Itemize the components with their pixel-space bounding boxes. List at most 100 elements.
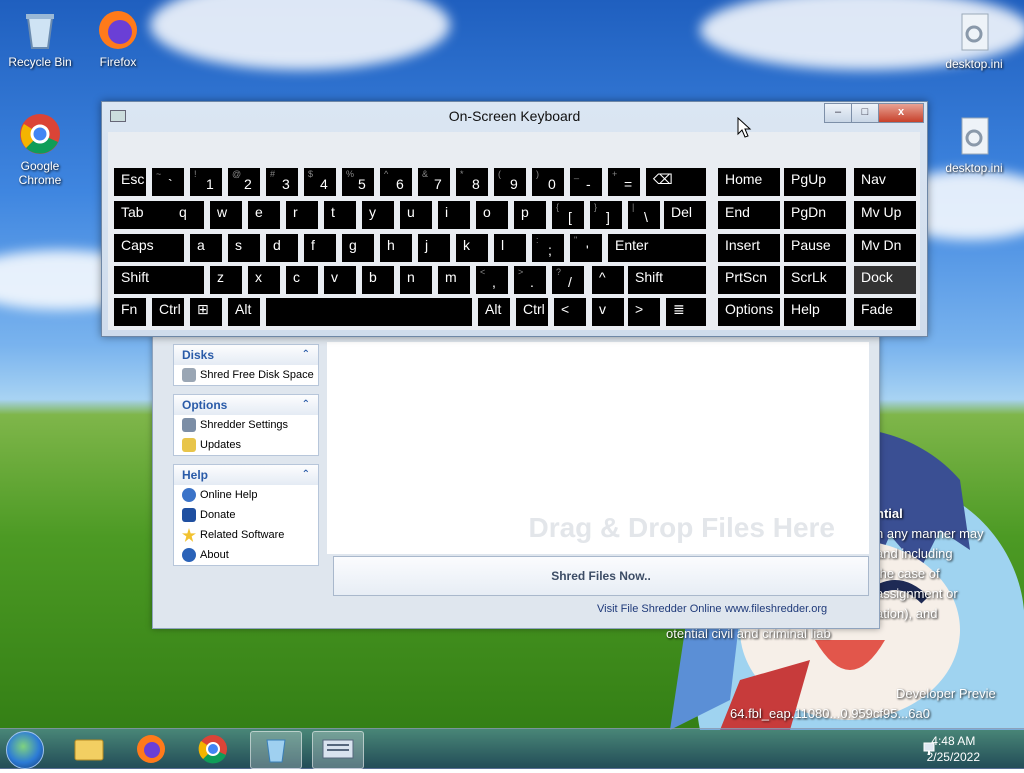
key-'[interactable]: " ' <box>570 234 602 262</box>
key-help[interactable]: Help <box>784 298 846 326</box>
key-=[interactable]: + = <box>608 168 640 196</box>
desktop-icon-desktop-ini[interactable]: desktop.ini <box>934 114 1014 175</box>
related-software-link[interactable]: Related Software <box>174 525 318 545</box>
website-link[interactable]: www.fileshredder.org <box>725 603 827 615</box>
key-9[interactable]: (9 <box>494 168 526 196</box>
key-y[interactable]: y <box>362 201 394 229</box>
about-link[interactable]: About <box>174 545 318 565</box>
key-v[interactable]: v <box>324 266 356 294</box>
panel-header[interactable]: Options ⌃ <box>174 395 318 415</box>
key-arrow-left[interactable]: < <box>554 298 586 326</box>
key-alt-left[interactable]: Alt <box>228 298 260 326</box>
key-5[interactable]: % 5 <box>342 168 374 196</box>
taskbar-explorer[interactable] <box>64 731 114 767</box>
taskbar-chrome[interactable] <box>188 731 238 767</box>
desktop-icon-recycle-bin[interactable]: Recycle Bin <box>0 8 80 69</box>
key-menu[interactable]: ≣ <box>666 298 706 326</box>
key-e[interactable]: e <box>248 201 280 229</box>
key-i[interactable]: i <box>438 201 470 229</box>
file-drop-zone[interactable]: Drag & Drop Files Here <box>327 342 869 554</box>
key-shift-left[interactable]: Shift <box>114 266 204 294</box>
key-fn[interactable]: Fn <box>114 298 146 326</box>
key-t[interactable]: t <box>324 201 356 229</box>
key-1[interactable]: ! 1 <box>190 168 222 196</box>
key-8[interactable]: * 8 <box>456 168 488 196</box>
key-n[interactable]: n <box>400 266 432 294</box>
key-q[interactable]: q <box>172 201 204 229</box>
shred-free-disk-space-link[interactable]: Shred Free Disk Space <box>174 365 318 385</box>
key-scrlk[interactable]: ScrLk <box>784 266 846 294</box>
collapse-icon[interactable]: ⌃ <box>302 345 310 365</box>
key-x[interactable]: x <box>248 266 280 294</box>
key-arrow-right[interactable]: > <box>628 298 660 326</box>
key-z[interactable]: z <box>210 266 242 294</box>
key-r[interactable]: r <box>286 201 318 229</box>
key-7[interactable]: & 7 <box>418 168 450 196</box>
key-2[interactable]: @2 <box>228 168 260 196</box>
key-alt-right[interactable]: Alt <box>478 298 510 326</box>
key-s[interactable]: s <box>228 234 260 262</box>
key-pause[interactable]: Pause <box>784 234 846 262</box>
key-o[interactable]: o <box>476 201 508 229</box>
key-nav[interactable]: Nav <box>854 168 916 196</box>
minimize-button[interactable]: – <box>824 103 852 123</box>
start-button[interactable] <box>6 731 44 769</box>
key-d[interactable]: d <box>266 234 298 262</box>
key-c[interactable]: c <box>286 266 318 294</box>
panel-header[interactable]: Help ⌃ <box>174 465 318 485</box>
key-arrow-down[interactable]: v <box>592 298 624 326</box>
key-w[interactable]: w <box>210 201 242 229</box>
key-u[interactable]: u <box>400 201 432 229</box>
donate-link[interactable]: Donate <box>174 505 318 525</box>
key-enter[interactable]: Enter <box>608 234 706 262</box>
key-home[interactable]: Home <box>718 168 780 196</box>
key-0[interactable]: ) 0 <box>532 168 564 196</box>
windows-key-icon[interactable]: ⊞ <box>190 298 222 326</box>
key-space[interactable] <box>266 298 472 326</box>
key-pgdn[interactable]: PgDn <box>784 201 846 229</box>
shred-files-now-button[interactable]: Shred Files Now.. <box>333 556 869 596</box>
key-;[interactable]: :; <box>532 234 564 262</box>
key-dock[interactable]: Dock <box>854 266 916 294</box>
key-j[interactable]: j <box>418 234 450 262</box>
key-insert[interactable]: Insert <box>718 234 780 262</box>
key-move-up[interactable]: Mv Up <box>854 201 916 229</box>
collapse-icon[interactable]: ⌃ <box>302 395 310 415</box>
online-help-link[interactable]: Online Help <box>174 485 318 505</box>
panel-header[interactable]: Disks ⌃ <box>174 345 318 365</box>
close-button[interactable]: x <box>878 103 924 123</box>
visit-online-link[interactable]: Visit File Shredder Online <box>597 603 722 615</box>
collapse-icon[interactable]: ⌃ <box>302 465 310 485</box>
key-fade[interactable]: Fade <box>854 298 916 326</box>
key-f[interactable]: f <box>304 234 336 262</box>
key-,[interactable]: <, <box>476 266 508 294</box>
taskbar-on-screen-keyboard[interactable] <box>312 731 364 769</box>
key-h[interactable]: h <box>380 234 412 262</box>
key-ctrl-right[interactable]: Ctrl <box>516 298 548 326</box>
key--[interactable]: _ - <box>570 168 602 196</box>
key-shift-right[interactable]: Shift <box>628 266 706 294</box>
key-backspace[interactable]: ⌫ <box>646 168 706 196</box>
key-esc[interactable]: Esc <box>114 168 146 196</box>
key-4[interactable]: $4 <box>304 168 336 196</box>
key-del[interactable]: Del <box>664 201 706 229</box>
key-\[interactable]: | \ <box>628 201 660 229</box>
key-ctrl-left[interactable]: Ctrl <box>152 298 184 326</box>
key-g[interactable]: g <box>342 234 374 262</box>
key-options[interactable]: Options <box>718 298 780 326</box>
key-move-down[interactable]: Mv Dn <box>854 234 916 262</box>
updates-link[interactable]: Updates <box>174 435 318 455</box>
shredder-settings-link[interactable]: Shredder Settings <box>174 415 318 435</box>
key-l[interactable]: l <box>494 234 526 262</box>
key-][interactable]: }] <box>590 201 622 229</box>
key-`[interactable]: ~ ` <box>152 168 184 196</box>
key-[[interactable]: {[ <box>552 201 584 229</box>
system-clock[interactable]: 4:48 AM 2/25/2022 <box>927 733 980 765</box>
desktop-icon-firefox[interactable]: Firefox <box>78 8 158 69</box>
key-3[interactable]: #3 <box>266 168 298 196</box>
key-p[interactable]: p <box>514 201 546 229</box>
maximize-button[interactable]: □ <box>851 103 879 123</box>
taskbar-firefox[interactable] <box>126 731 176 767</box>
key-pgup[interactable]: PgUp <box>784 168 846 196</box>
key-/[interactable]: ? / <box>552 266 584 294</box>
